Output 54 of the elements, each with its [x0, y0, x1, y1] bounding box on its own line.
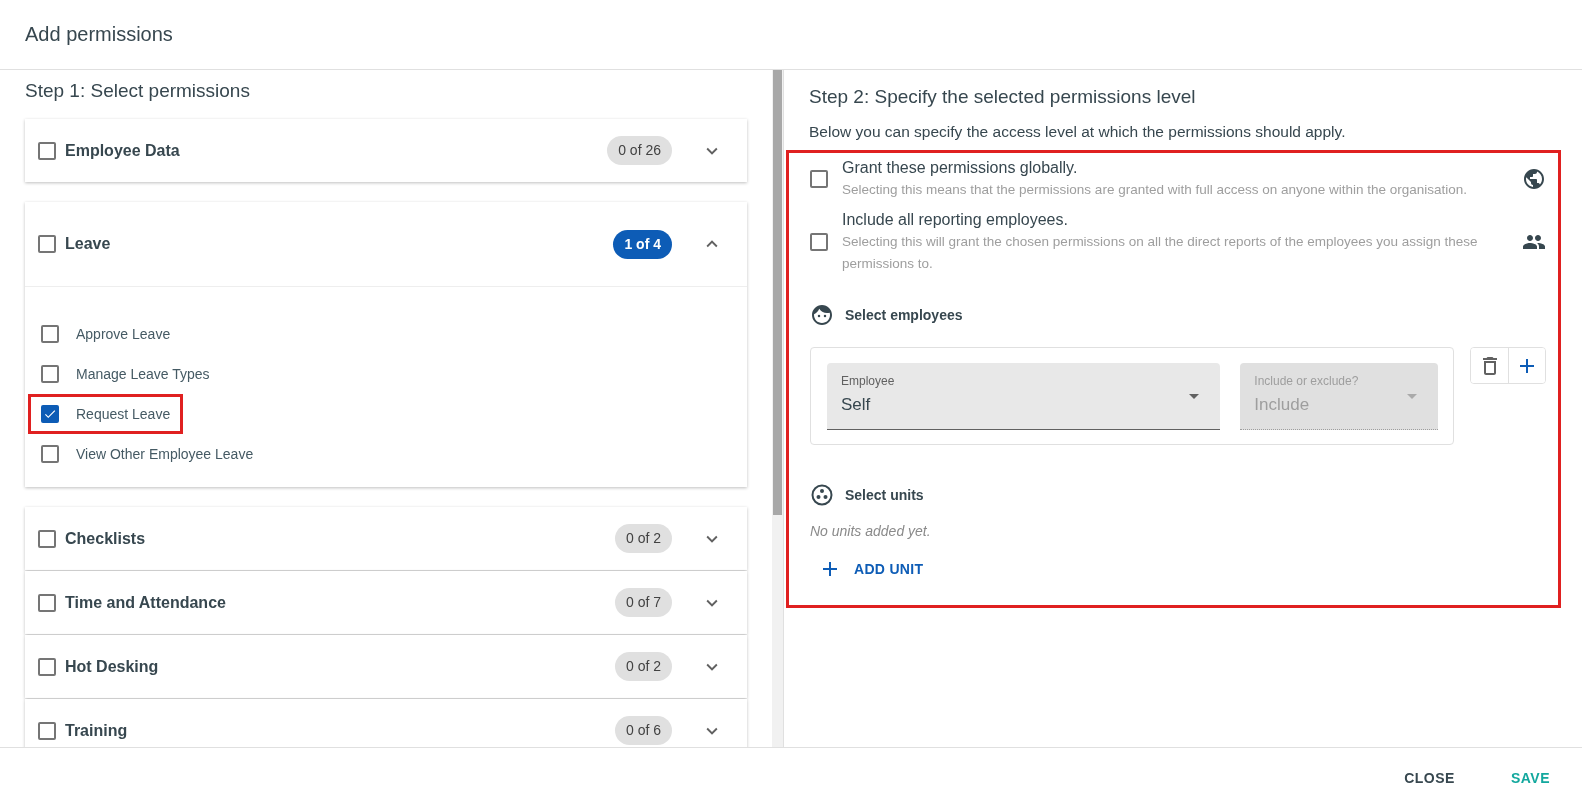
add-unit-label: ADD UNIT [854, 561, 924, 577]
circle-dots-icon [810, 483, 834, 507]
add-button[interactable] [1508, 348, 1545, 383]
option-title: Include all reporting employees. [842, 210, 1069, 230]
checkbox[interactable] [38, 657, 56, 676]
step-description: Below you can specify the access level at which the permissions should apply. [809, 123, 1347, 141]
checkbox[interactable] [41, 444, 59, 463]
select-field[interactable]: Employee Self [827, 363, 1221, 430]
category-name: Time and Attendance [65, 593, 227, 612]
checkbox[interactable] [38, 529, 56, 548]
close-button[interactable]: CLOSE [1392, 762, 1467, 794]
section-title: Select units [845, 487, 924, 503]
checkbox[interactable] [810, 233, 828, 251]
count-badge: 0 of 26 [607, 136, 672, 165]
step-heading: Step 1: Select permissions [25, 79, 251, 103]
checkbox[interactable] [41, 324, 59, 343]
permission-label: Manage Leave Types [76, 365, 210, 382]
category-name: Training [65, 721, 129, 740]
globe-icon [1522, 167, 1546, 191]
checkbox[interactable] [41, 364, 59, 383]
empty-units-text: No units added yet. [810, 523, 932, 539]
add-unit-button[interactable]: ADD UNIT [810, 553, 932, 585]
category-name: Checklists [65, 529, 147, 548]
face-icon [810, 303, 834, 327]
option-description: Selecting this means that the permissions are granted with full access on anyone within the organisation. [842, 181, 1469, 199]
checkbox[interactable] [41, 404, 59, 423]
dropdown-caret-icon [1189, 394, 1200, 399]
permission-option[interactable]: Approve Leave [28, 313, 184, 354]
count-badge: 0 of 6 [614, 716, 672, 745]
dropdown-caret-icon [1407, 394, 1417, 399]
checkbox[interactable] [38, 721, 56, 740]
permission-label: View Other Employee Leave [76, 445, 254, 462]
section-title: Select employees [845, 307, 963, 323]
permission-option[interactable]: Request Leave [28, 393, 184, 434]
scrollbar[interactable] [772, 70, 783, 747]
checkbox[interactable] [38, 141, 56, 160]
count-badge: 0 of 2 [614, 524, 672, 553]
permission-label: Request Leave [76, 405, 171, 422]
permission-option[interactable]: View Other Employee Leave [28, 433, 267, 474]
permission-option[interactable]: Manage Leave Types [28, 353, 223, 394]
count-badge: 1 of 4 [613, 229, 672, 259]
option-description: Selecting this will grant the chosen permissions on all the direct reports of the employees you assign these permissions to. [842, 233, 1479, 273]
option-title: Grant these permissions globally. [842, 158, 1079, 178]
count-badge: 0 of 2 [614, 652, 672, 681]
count-badge: 0 of 7 [614, 588, 672, 617]
category-name: Hot Desking [65, 657, 160, 676]
step-heading: Step 2: Specify the selected permissions level [809, 85, 1197, 109]
category-name: Employee Data [65, 141, 181, 160]
checkbox[interactable] [38, 593, 56, 612]
category-name: Leave [65, 235, 112, 253]
dialog-title: Add permissions [25, 23, 173, 46]
permission-label: Approve Leave [76, 325, 171, 342]
checkbox[interactable] [38, 235, 56, 253]
checkbox[interactable] [810, 170, 828, 188]
